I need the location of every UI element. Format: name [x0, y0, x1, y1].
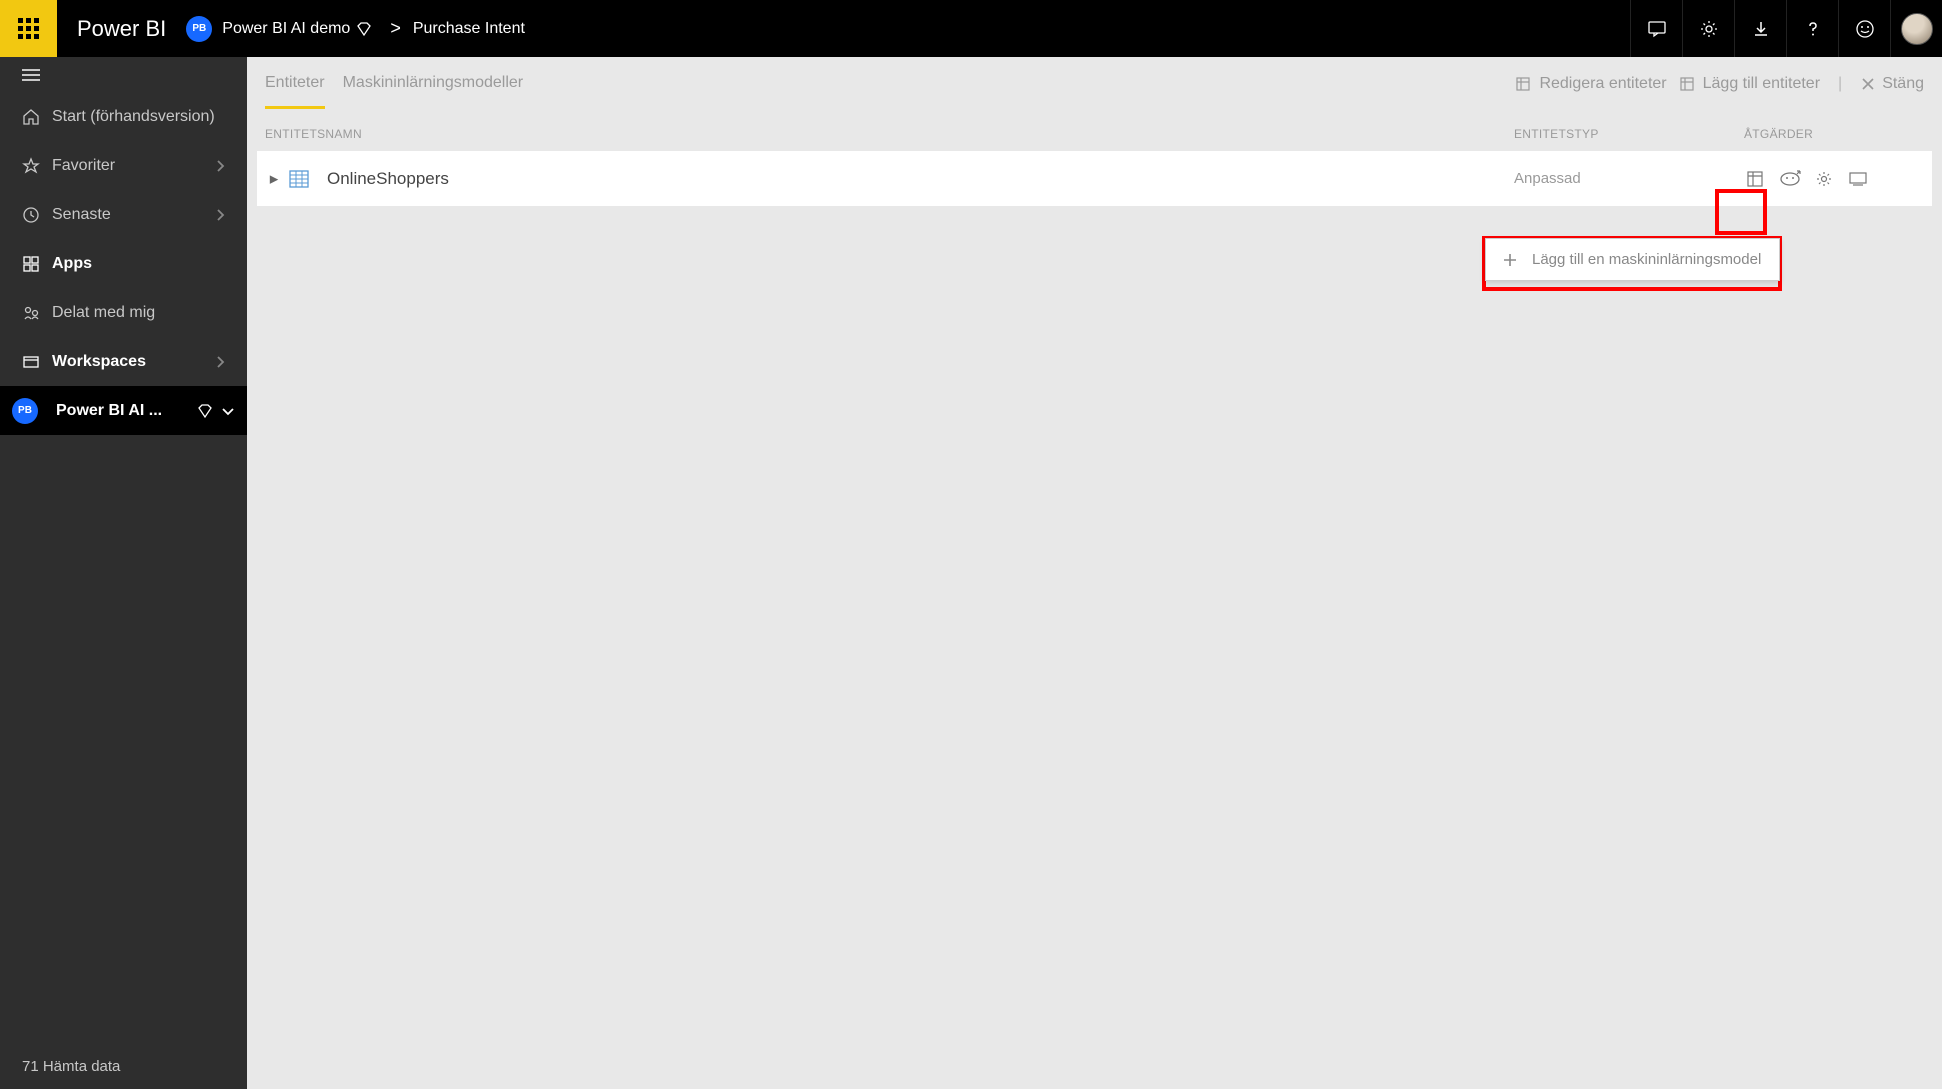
- sidebar-item-favoriter[interactable]: Favoriter: [0, 141, 247, 190]
- close-icon: [1860, 76, 1876, 92]
- action-settings-icon[interactable]: [1812, 167, 1836, 191]
- entity-name: OnlineShoppers: [327, 169, 1514, 189]
- workspace-icon: [22, 353, 52, 371]
- tab-ml-models[interactable]: Maskininlärningsmodeller: [343, 60, 524, 109]
- tabs: Entiteter Maskininlärningsmodeller: [265, 60, 523, 109]
- star-icon: [22, 157, 52, 175]
- edit-entities-button[interactable]: Redigera entiteter: [1515, 75, 1666, 93]
- column-name: Entitetsnamn: [265, 127, 1514, 141]
- main-content: Entiteter Maskininlärningsmodeller Redig…: [247, 57, 1942, 1089]
- toolbar: Entiteter Maskininlärningsmodeller Redig…: [247, 57, 1942, 111]
- chevron-down-icon: [221, 406, 235, 416]
- add-ml-model-label: Lägg till en maskininlärningsmodel: [1532, 251, 1761, 268]
- sidebar: Start (förhandsversion) Favoriter Senast…: [0, 57, 247, 1089]
- sidebar-item-apps[interactable]: Apps: [0, 239, 247, 288]
- sidebar-item-delat[interactable]: Delat med mig: [0, 288, 247, 337]
- expand-toggle[interactable]: ▸: [265, 169, 283, 189]
- clock-icon: [22, 206, 52, 224]
- entity-row[interactable]: ▸ OnlineShoppers Anpassad: [257, 151, 1932, 206]
- chevron-right-icon: [215, 159, 225, 173]
- apps-icon: [22, 255, 52, 273]
- layout: Start (förhandsversion) Favoriter Senast…: [0, 57, 1942, 1089]
- workspace-chip: PB: [12, 398, 38, 424]
- plus-icon: [1502, 252, 1518, 268]
- header-actions: [1630, 0, 1942, 57]
- premium-icon: [356, 21, 372, 37]
- settings-icon[interactable]: [1682, 0, 1734, 57]
- column-type: Entitetstyp: [1514, 127, 1744, 141]
- app-header: Power BI PB Power BI AI demo > Purchase …: [0, 0, 1942, 57]
- feedback-icon[interactable]: [1838, 0, 1890, 57]
- add-icon: [1679, 75, 1697, 93]
- waffle-icon: [18, 18, 39, 39]
- download-icon[interactable]: [1734, 0, 1786, 57]
- chat-icon[interactable]: [1630, 0, 1682, 57]
- sidebar-item-label: Workspaces: [52, 353, 215, 371]
- add-entities-label: Lägg till entiteter: [1703, 75, 1820, 93]
- tab-label: Entiteter: [265, 74, 325, 91]
- action-edit-icon[interactable]: [1744, 167, 1768, 191]
- share-icon: [22, 304, 52, 322]
- breadcrumb: PB Power BI AI demo > Purchase Intent: [186, 16, 525, 42]
- sidebar-item-label: Start (förhandsversion): [52, 108, 225, 126]
- edit-icon: [1515, 75, 1533, 93]
- chevron-right-icon: [215, 208, 225, 222]
- breadcrumb-separator: >: [390, 18, 401, 39]
- app-launcher-button[interactable]: [0, 0, 57, 57]
- sidebar-item-label: Delat med mig: [52, 304, 225, 322]
- sidebar-item-senaste[interactable]: Senaste: [0, 190, 247, 239]
- close-button[interactable]: Stäng: [1860, 75, 1924, 93]
- action-more-icon[interactable]: [1846, 167, 1870, 191]
- breadcrumb-page[interactable]: Purchase Intent: [413, 20, 525, 38]
- sidebar-current-workspace[interactable]: PB Power BI AI ...: [0, 386, 247, 435]
- edit-entities-label: Redigera entiteter: [1539, 75, 1666, 93]
- chevron-right-icon: [215, 355, 225, 369]
- toolbar-right: Redigera entiteter Lägg till entiteter |…: [1515, 75, 1924, 93]
- avatar-image: [1901, 13, 1933, 45]
- sidebar-item-label: Senaste: [52, 206, 215, 224]
- workspace-label: Power BI AI ...: [56, 402, 197, 420]
- table-icon: [289, 170, 309, 188]
- getdata-label: 71 Hämta data: [22, 1058, 120, 1075]
- sidebar-item-label: Apps: [52, 255, 225, 273]
- workspace-chip: PB: [186, 16, 212, 42]
- action-ml-icon[interactable]: [1778, 167, 1802, 191]
- entity-actions: [1744, 167, 1924, 191]
- tab-label: Maskininlärningsmodeller: [343, 74, 524, 91]
- entity-type: Anpassad: [1514, 170, 1744, 187]
- home-icon: [22, 108, 52, 126]
- close-label: Stäng: [1882, 75, 1924, 93]
- column-actions: Åtgärder: [1744, 127, 1924, 141]
- premium-icon: [197, 403, 213, 419]
- user-avatar[interactable]: [1890, 0, 1942, 57]
- sidebar-item-label: Favoriter: [52, 157, 215, 175]
- breadcrumb-workspace[interactable]: Power BI AI demo: [222, 20, 350, 38]
- brand-label: Power BI: [57, 16, 186, 42]
- add-ml-model-item[interactable]: Lägg till en maskininlärningsmodel: [1486, 239, 1779, 280]
- column-headers: Entitetsnamn Entitetstyp Åtgärder: [247, 111, 1942, 151]
- tab-entiteter[interactable]: Entiteter: [265, 60, 325, 109]
- toolbar-separator: |: [1838, 75, 1842, 93]
- hamburger-icon: [22, 66, 40, 84]
- help-icon[interactable]: [1786, 0, 1838, 57]
- sidebar-item-start[interactable]: Start (förhandsversion): [0, 92, 247, 141]
- sidebar-footer-getdata[interactable]: 71 Hämta data: [0, 1044, 247, 1089]
- ml-action-dropdown: Lägg till en maskininlärningsmodel: [1485, 238, 1780, 281]
- sidebar-item-workspaces[interactable]: Workspaces: [0, 337, 247, 386]
- add-entities-button[interactable]: Lägg till entiteter: [1679, 75, 1820, 93]
- sidebar-collapse-button[interactable]: [0, 57, 247, 92]
